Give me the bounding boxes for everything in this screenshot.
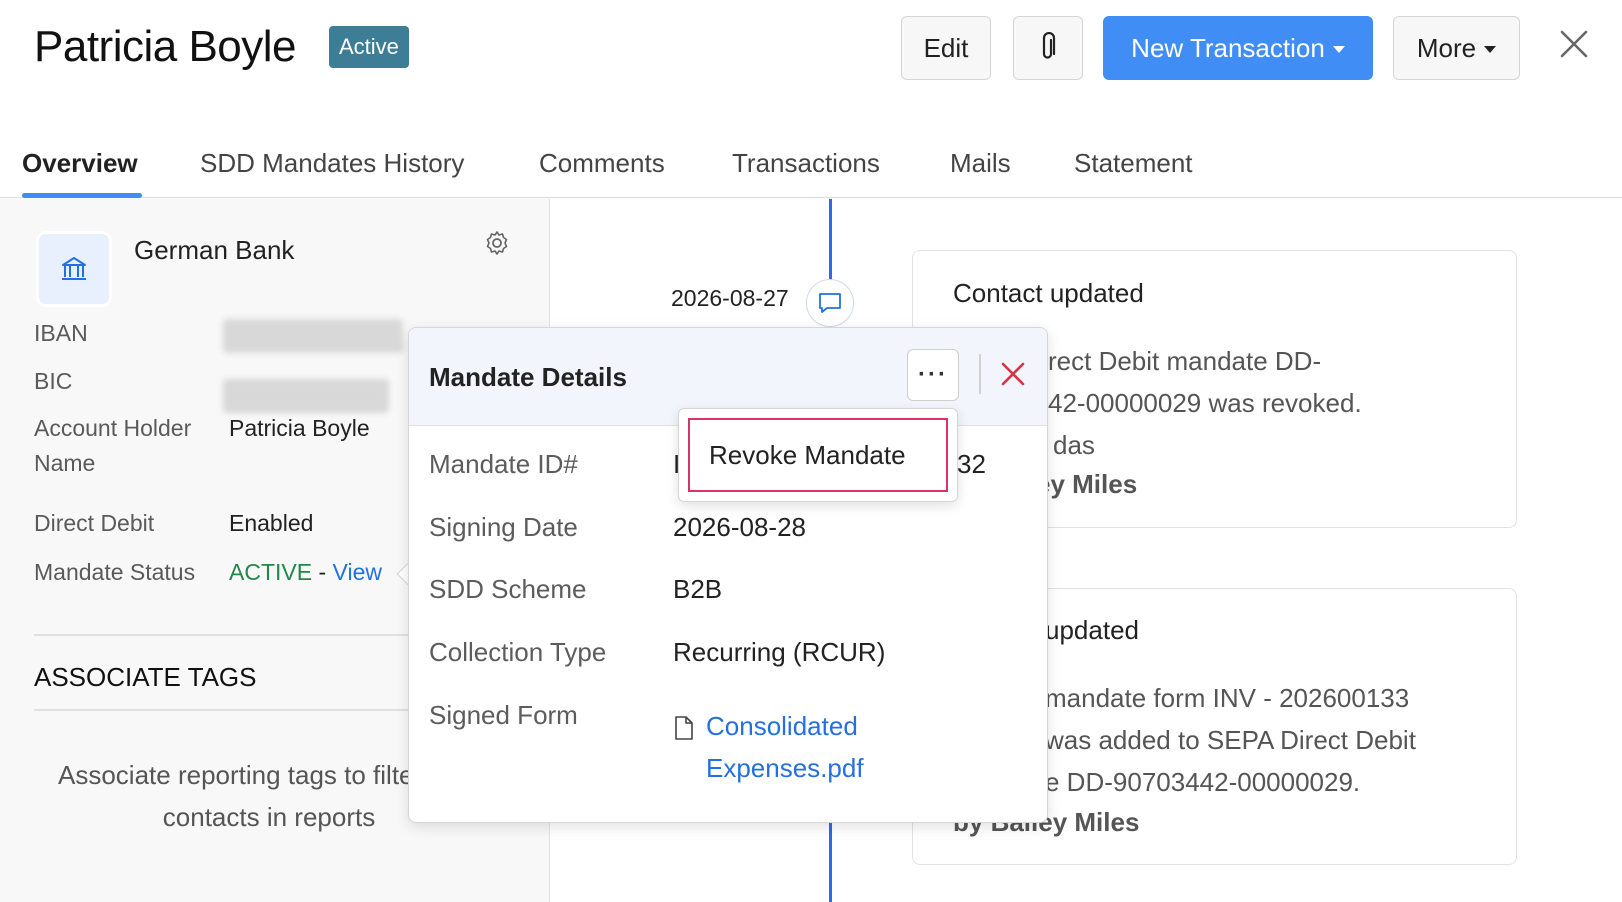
signed-form-link[interactable]: Consolidated Expenses.pdf <box>673 705 864 789</box>
status-badge: Active <box>329 26 409 68</box>
tab-transactions[interactable]: Transactions <box>732 148 880 179</box>
timeline-comment-marker <box>806 279 854 327</box>
divider <box>34 634 414 636</box>
mandate-id-label: Mandate ID# <box>429 449 578 479</box>
mandate-status-active: ACTIVE <box>229 559 313 585</box>
mandate-details-popover: Mandate Details ··· Mandate ID# I 32 Sig… <box>408 327 1048 823</box>
file-icon <box>675 716 693 740</box>
signing-date-label: Signing Date <box>429 512 578 542</box>
iban-value-redacted <box>223 319 403 353</box>
bic-label: BIC <box>34 368 73 394</box>
page-header: Patricia Boyle Active Edit New Transacti… <box>0 0 1622 120</box>
chevron-down-icon <box>1332 46 1345 53</box>
timeline-date: 2026-08-27 <box>671 285 789 311</box>
revoke-mandate-menu-item[interactable]: Revoke Mandate <box>688 418 948 492</box>
signed-form-filename-line: Expenses.pdf <box>706 753 864 783</box>
timeline-card-body-line: das <box>1053 430 1095 460</box>
divider <box>979 354 981 394</box>
signed-form-filename-line: Consolidated <box>706 711 858 741</box>
mandate-id-value-end: 32 <box>957 449 986 479</box>
tab-comments[interactable]: Comments <box>539 148 665 179</box>
contact-title: Patricia Boyle <box>34 22 297 71</box>
account-holder-label: Account Holder Name <box>34 415 192 476</box>
sdd-scheme-value: B2B <box>673 574 723 604</box>
gear-icon[interactable] <box>483 229 511 257</box>
more-label: More <box>1416 32 1477 63</box>
close-icon[interactable] <box>1556 26 1592 62</box>
tab-bar: Overview SDD Mandates History Comments T… <box>0 130 1622 198</box>
new-transaction-button[interactable]: New Transaction <box>1103 16 1373 80</box>
timeline-card-title: Contact updated <box>953 278 1144 308</box>
bic-value-redacted <box>223 379 389 413</box>
paperclip-icon <box>1042 32 1056 59</box>
associate-tags-title: ASSOCIATE TAGS <box>34 662 257 692</box>
collection-type-value: Recurring (RCUR) <box>673 637 886 667</box>
timeline-card-body-line: e DD-90703442-00000029. <box>1045 767 1361 797</box>
timeline-card-title: updated <box>1045 615 1139 645</box>
timeline-card-body-line: 42-00000029 was revoked. <box>1048 388 1362 418</box>
tab-mails[interactable]: Mails <box>950 148 1011 179</box>
close-icon[interactable] <box>995 356 1031 392</box>
account-holder-value: Patricia Boyle <box>229 415 370 441</box>
mandate-view-link[interactable]: View <box>333 559 382 585</box>
chevron-down-icon <box>1484 46 1497 53</box>
ellipsis-icon: ··· <box>918 361 948 388</box>
chat-bubble-icon <box>819 293 841 313</box>
attach-button[interactable] <box>1013 16 1083 80</box>
mandate-status-label: Mandate Status <box>34 559 196 585</box>
mandate-status-sep: - <box>318 559 327 585</box>
tab-sdd-mandates-history[interactable]: SDD Mandates History <box>200 148 464 179</box>
tab-overview[interactable]: Overview <box>22 148 138 179</box>
bank-icon <box>62 257 86 280</box>
bank-icon-container <box>36 231 112 307</box>
timeline-card-body-line: mandate form INV - 202600133 <box>1045 683 1410 713</box>
timeline-card-body-line: rect Debit mandate DD- <box>1048 346 1322 376</box>
iban-label: IBAN <box>34 320 88 346</box>
active-tab-indicator <box>22 193 142 198</box>
mandate-status-value: ACTIVE - View <box>229 555 382 590</box>
direct-debit-value: Enabled <box>229 510 314 536</box>
signing-date-value: 2026-08-28 <box>673 512 806 542</box>
new-transaction-label: New Transaction <box>1131 32 1325 63</box>
bank-name: German Bank <box>134 235 295 265</box>
direct-debit-label: Direct Debit <box>34 510 155 536</box>
timeline-card-body-line: was added to SEPA Direct Debit <box>1045 725 1416 755</box>
mandate-actions-menu: Revoke Mandate <box>678 408 958 502</box>
collection-type-label: Collection Type <box>429 637 607 667</box>
edit-button[interactable]: Edit <box>901 16 991 80</box>
signed-form-label: Signed Form <box>429 700 578 730</box>
popover-title: Mandate Details <box>429 362 627 392</box>
sdd-scheme-label: SDD Scheme <box>429 574 587 604</box>
divider <box>34 709 414 711</box>
timeline-card-author: ey Miles <box>1036 469 1138 499</box>
more-button[interactable]: More <box>1393 16 1520 80</box>
tab-statement[interactable]: Statement <box>1074 148 1193 179</box>
more-options-button[interactable]: ··· <box>907 349 959 401</box>
